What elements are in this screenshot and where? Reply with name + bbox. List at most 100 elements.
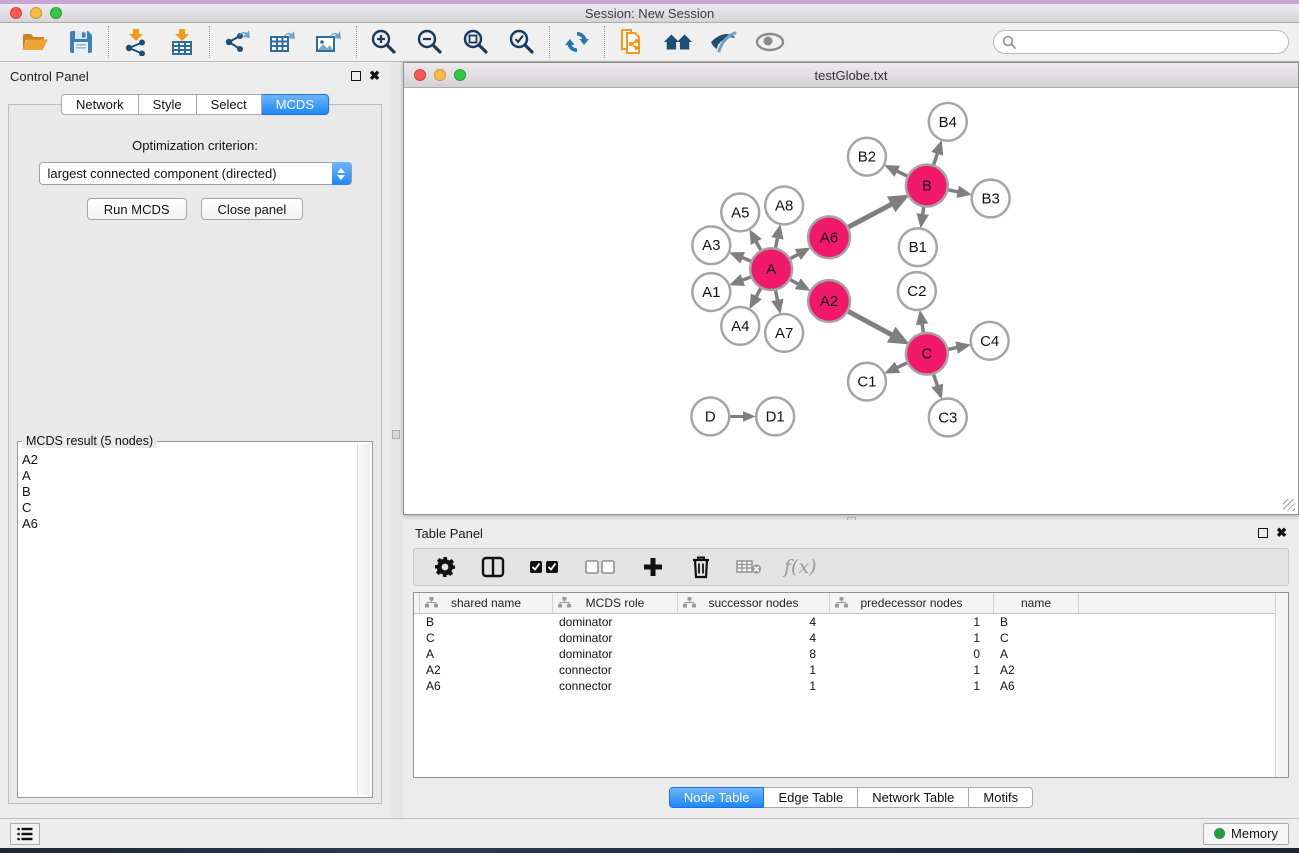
- import-network-icon[interactable]: [121, 27, 151, 57]
- application-window: Session: New Session: [0, 0, 1299, 853]
- close-panel-icon[interactable]: ✖: [369, 71, 380, 81]
- graph-node-label: D: [705, 408, 716, 425]
- result-item[interactable]: B: [22, 484, 356, 500]
- graph-node-A6[interactable]: A6: [808, 216, 850, 258]
- table-row[interactable]: A6connector11A6: [414, 678, 1288, 694]
- tab-network[interactable]: Network: [61, 94, 139, 115]
- mcds-tab-body: Optimization criterion: largest connecte…: [8, 104, 382, 804]
- graph-node-label: A5: [731, 204, 749, 221]
- table-row[interactable]: Cdominator41C: [414, 630, 1288, 646]
- graph-node-C[interactable]: C: [906, 333, 948, 375]
- tab-network-table[interactable]: Network Table: [858, 787, 969, 808]
- table-row[interactable]: Bdominator41B: [414, 614, 1288, 630]
- column-header-name[interactable]: name: [994, 593, 1079, 613]
- zoom-in-icon[interactable]: [369, 27, 399, 57]
- graph-node-A8[interactable]: A8: [765, 187, 803, 225]
- vertical-splitter[interactable]: [390, 62, 403, 818]
- graph-edge-A-A4: [751, 288, 761, 306]
- graph-node-label: C3: [938, 409, 957, 426]
- result-item[interactable]: A2: [22, 452, 356, 468]
- window-resize-handle[interactable]: [1283, 499, 1295, 511]
- network-view-window: testGlobe.txt A A1 A2 A3 A4 A5 A6 A7 A8 B B1 B2 B3 B4…: [403, 62, 1299, 515]
- column-type-icon: [683, 597, 696, 608]
- graph-node-B1[interactable]: B1: [899, 228, 937, 266]
- export-image-icon[interactable]: [314, 27, 344, 57]
- result-item[interactable]: C: [22, 500, 356, 516]
- graph-node-B3[interactable]: B3: [972, 180, 1010, 218]
- graph-node-D1[interactable]: D1: [756, 398, 794, 436]
- hide-selected-icon[interactable]: [709, 27, 739, 57]
- clone-network-icon[interactable]: [617, 27, 647, 57]
- column-header-predecessor-nodes[interactable]: predecessor nodes: [830, 593, 994, 613]
- graph-node-A[interactable]: A: [750, 248, 792, 290]
- tab-mcds[interactable]: MCDS: [262, 94, 329, 115]
- delete-row-trash-icon[interactable]: [688, 554, 714, 580]
- desktop-edge: [0, 848, 1299, 853]
- memory-status-icon: [1214, 828, 1225, 839]
- run-mcds-button[interactable]: Run MCDS: [87, 198, 187, 220]
- tab-edge-table[interactable]: Edge Table: [764, 787, 858, 808]
- show-all-icon[interactable]: [755, 27, 785, 57]
- deselect-all-icon[interactable]: [584, 554, 618, 580]
- graph-node-A7[interactable]: A7: [765, 314, 803, 352]
- memory-button[interactable]: Memory: [1203, 823, 1289, 845]
- zoom-out-icon[interactable]: [415, 27, 445, 57]
- zoom-selected-icon[interactable]: [507, 27, 537, 57]
- export-table-icon[interactable]: [268, 27, 298, 57]
- add-row-plus-icon[interactable]: [640, 554, 666, 580]
- close-panel-button[interactable]: Close panel: [201, 198, 304, 220]
- result-scrollbar[interactable]: [357, 444, 370, 795]
- graph-edge-B-B4: [933, 144, 940, 166]
- zoom-fit-icon[interactable]: [461, 27, 491, 57]
- network-graph[interactable]: A A1 A2 A3 A4 A5 A6 A7 A8 B B1 B2 B3 B4 C C1 C2 C3 C4 D D1: [406, 89, 1296, 512]
- graph-node-A2[interactable]: A2: [808, 280, 850, 322]
- network-canvas[interactable]: A A1 A2 A3 A4 A5 A6 A7 A8 B B1 B2 B3 B4 C C1 C2 C3 C4 D D1: [406, 89, 1296, 512]
- column-header-mcds-role[interactable]: MCDS role: [553, 593, 678, 613]
- select-all-icon[interactable]: [528, 554, 562, 580]
- table-scrollbar[interactable]: [1275, 593, 1288, 777]
- column-header-successor-nodes[interactable]: successor nodes: [678, 593, 830, 613]
- graph-node-A1[interactable]: A1: [692, 273, 730, 311]
- tab-style[interactable]: Style: [139, 94, 197, 115]
- graph-node-B4[interactable]: B4: [929, 103, 967, 141]
- graph-node-C1[interactable]: C1: [848, 363, 886, 401]
- graph-node-A3[interactable]: A3: [692, 226, 730, 264]
- search-field[interactable]: [993, 30, 1289, 54]
- splitter-handle[interactable]: [392, 430, 400, 439]
- column-header-shared-name[interactable]: shared name: [420, 593, 553, 613]
- optimization-criterion-label: Optimization criterion:: [9, 138, 381, 153]
- task-history-button[interactable]: [10, 823, 40, 845]
- table-settings-gear-icon[interactable]: [432, 554, 458, 580]
- open-session-icon[interactable]: [20, 27, 50, 57]
- graph-node-B2[interactable]: B2: [848, 138, 886, 176]
- graph-node-B[interactable]: B: [906, 165, 948, 207]
- tab-motifs[interactable]: Motifs: [969, 787, 1033, 808]
- graph-node-D[interactable]: D: [691, 398, 729, 436]
- optimization-criterion-select[interactable]: largest connected component (directed): [39, 162, 352, 185]
- network-window-title: testGlobe.txt: [404, 68, 1298, 83]
- first-neighbors-icon[interactable]: [663, 27, 693, 57]
- graph-node-C4[interactable]: C4: [971, 322, 1009, 360]
- tab-node-table[interactable]: Node Table: [669, 787, 765, 808]
- refresh-view-icon[interactable]: [562, 27, 592, 57]
- float-table-panel-icon[interactable]: [1258, 528, 1268, 538]
- toggle-column-icon[interactable]: [480, 554, 506, 580]
- column-type-icon: [835, 597, 848, 608]
- graph-node-C2[interactable]: C2: [898, 272, 936, 310]
- float-panel-icon[interactable]: [351, 71, 361, 81]
- close-table-panel-icon[interactable]: ✖: [1276, 528, 1287, 538]
- graph-node-A5[interactable]: A5: [721, 194, 759, 232]
- mcds-result-list[interactable]: A2 A B C A6: [22, 452, 356, 795]
- import-table-icon[interactable]: [167, 27, 197, 57]
- graph-node-A4[interactable]: A4: [721, 307, 759, 345]
- tab-select[interactable]: Select: [197, 94, 262, 115]
- graph-edge-C-C4: [947, 345, 967, 349]
- table-row[interactable]: A2connector11A2: [414, 662, 1288, 678]
- result-item[interactable]: A: [22, 468, 356, 484]
- search-input[interactable]: [1021, 32, 1288, 52]
- result-item[interactable]: A6: [22, 516, 356, 532]
- table-row[interactable]: Adominator80A: [414, 646, 1288, 662]
- graph-node-C3[interactable]: C3: [929, 399, 967, 437]
- export-network-icon[interactable]: [222, 27, 252, 57]
- save-session-icon[interactable]: [66, 27, 96, 57]
